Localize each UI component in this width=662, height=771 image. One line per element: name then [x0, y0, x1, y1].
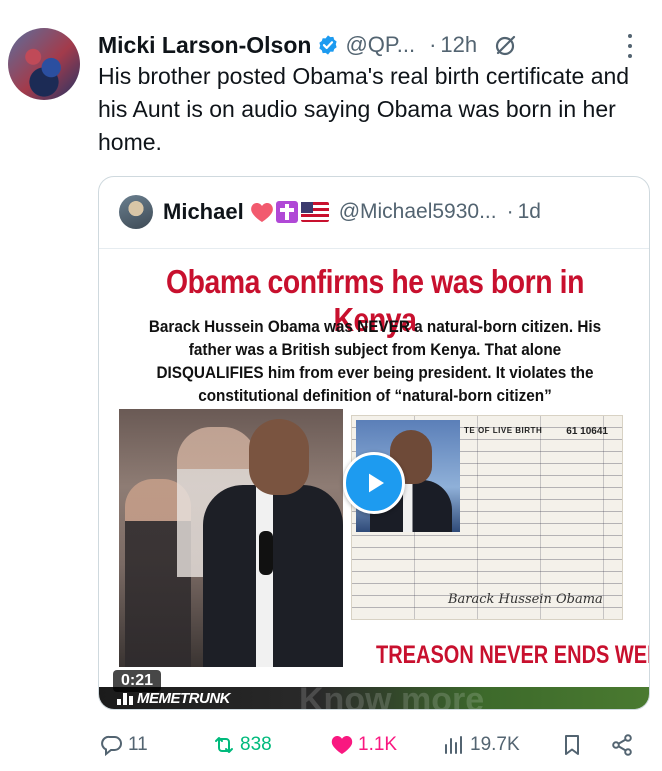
video-still-image: [119, 409, 343, 667]
like-count: 1.1K: [358, 734, 398, 755]
like-button[interactable]: 1.1K: [330, 728, 397, 762]
birth-certificate-image: TE OF LIVE BIRTH 61 10641 Barack Hussein…: [351, 415, 623, 620]
quoted-tweet-card[interactable]: Michael @Michael5930... · 1d Obama confi…: [98, 176, 650, 710]
meme-body-text: Barack Hussein Obama was NEVER a natural…: [148, 317, 602, 405]
repost-button[interactable]: 838: [212, 728, 272, 762]
certificate-signature: Barack Hussein Obama: [448, 592, 603, 607]
author-avatar[interactable]: [8, 28, 80, 100]
tweet-text: His brother posted Obama's real birth ce…: [98, 63, 630, 155]
video-media[interactable]: Obama confirms he was born in Kenya Bara…: [99, 248, 649, 709]
tweet-header: Micki Larson-Olson @QP... · 12h: [98, 28, 654, 62]
separator-dot: ·: [506, 200, 514, 223]
quoted-timestamp[interactable]: 1d: [518, 200, 541, 224]
reply-icon: [101, 735, 122, 757]
author-name[interactable]: Micki Larson-Olson: [98, 32, 311, 59]
quoted-author-avatar[interactable]: [119, 195, 153, 229]
watermark-ghost-text: Know more: [299, 681, 485, 710]
watermark-bar: Know more MEMETRUNK: [99, 681, 649, 709]
us-flag-emoji: [300, 202, 329, 222]
repost-count: 838: [240, 734, 272, 755]
share-button[interactable]: [610, 728, 634, 762]
reply-button[interactable]: 11: [100, 728, 148, 762]
bookmark-button[interactable]: [560, 728, 584, 762]
verified-badge-icon: [317, 34, 339, 56]
views-icon: [445, 736, 462, 754]
views-count: 19.7K: [470, 734, 520, 755]
repost-icon: [215, 737, 233, 753]
video-duration: 0:21: [113, 670, 162, 692]
microphone: [259, 531, 273, 575]
watermark-logo-icon: [117, 693, 133, 705]
quoted-tweet-header: Michael @Michael5930... · 1d: [119, 195, 541, 229]
certificate-number: 61 10641: [566, 426, 608, 437]
quoted-author-handle[interactable]: @Michael5930...: [339, 200, 497, 224]
meme-footer-text: TREASON NEVER ENDS WELL !!: [376, 641, 649, 669]
reply-count: 11: [128, 734, 148, 755]
share-icon: [612, 734, 632, 756]
author-handle[interactable]: @QP...: [345, 32, 415, 58]
separator-dot: ·: [429, 32, 437, 57]
tweet-timestamp[interactable]: 12h: [440, 32, 477, 58]
cross-emoji: [275, 201, 298, 223]
play-icon: [369, 473, 384, 493]
views-button[interactable]: 19.7K: [442, 728, 520, 762]
more-options-icon[interactable]: [620, 34, 640, 58]
watermark-label: MEMETRUNK: [137, 690, 231, 707]
speaker-figure: [203, 485, 343, 667]
bookmark-icon: [565, 735, 579, 755]
action-bar: 11 838 1.1K 19.7K: [98, 728, 650, 762]
certificate-title: TE OF LIVE BIRTH: [464, 426, 543, 435]
quoted-author-name[interactable]: Michael: [163, 199, 244, 225]
play-button[interactable]: [343, 452, 405, 514]
like-icon: [331, 736, 353, 754]
heart-emoji: [250, 201, 274, 223]
speaker-head: [249, 419, 309, 495]
grok-icon[interactable]: [493, 32, 519, 58]
